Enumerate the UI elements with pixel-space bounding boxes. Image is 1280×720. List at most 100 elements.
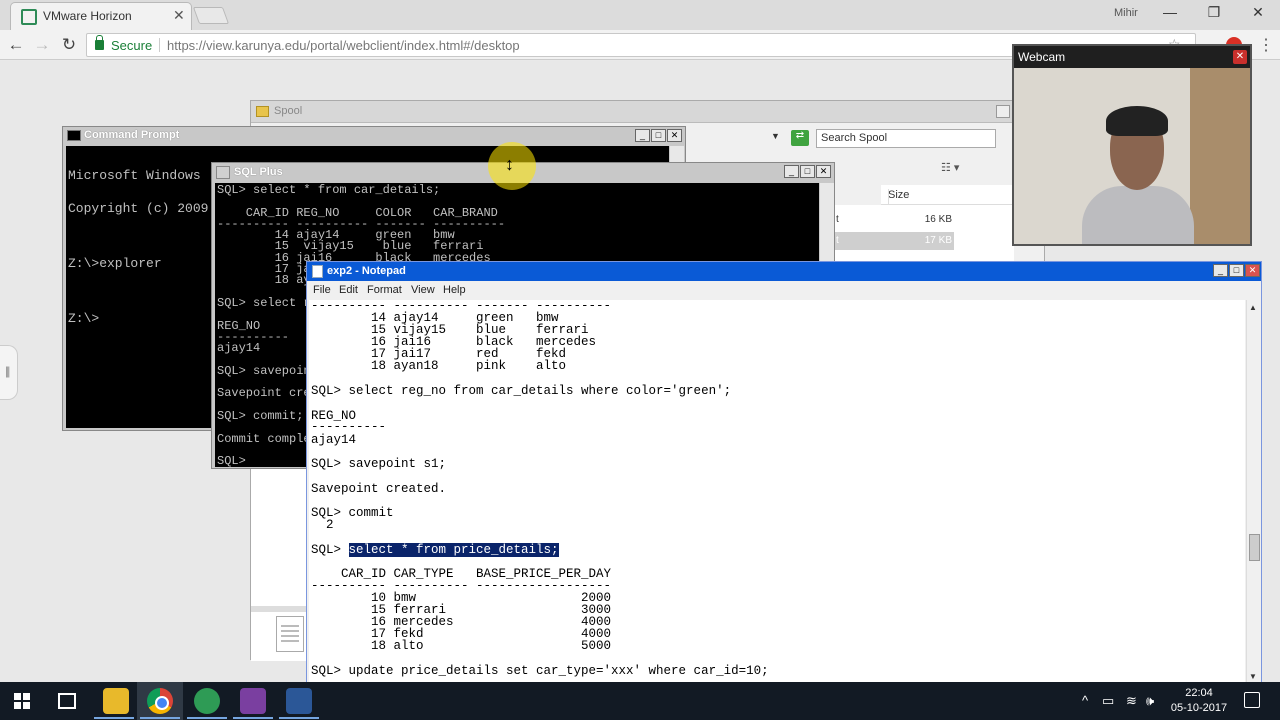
new-tab-button[interactable] <box>192 7 230 24</box>
sqlplus-close-button[interactable]: ✕ <box>816 165 831 178</box>
text-line: 18 alto 5000 <box>311 639 612 653</box>
show-hidden-icons-icon[interactable]: ^ <box>1082 693 1088 708</box>
volume-icon[interactable]: 🕪 <box>1146 693 1154 709</box>
file-name-fragment: t <box>836 235 839 246</box>
text-line-content: 18 alto 5000 <box>311 639 612 653</box>
cmd-app-icon <box>67 130 81 141</box>
menu-edit[interactable]: Edit <box>339 284 358 296</box>
minimize-icon[interactable]: — <box>1160 4 1180 20</box>
text-line: SQL> select reg_no from car_details wher… <box>311 385 731 398</box>
webcam-titlebar[interactable]: Webcam ✕ <box>1014 46 1250 68</box>
text-line: ---------- <box>311 420 387 434</box>
file-explorer-icon[interactable] <box>103 688 129 714</box>
history-dropdown-icon[interactable]: ▼ <box>771 131 780 141</box>
running-indicator <box>279 717 319 719</box>
menu-view[interactable]: View <box>411 284 435 296</box>
profile-name[interactable]: Mihir <box>1114 7 1138 19</box>
view-options-icon[interactable]: ☷ ▾ <box>941 161 959 174</box>
text-line-content: SQL> savepoint s1; <box>311 457 447 471</box>
vmware-favicon-icon <box>21 9 37 25</box>
text-line: ajay14 <box>311 433 357 447</box>
spool-titlebar[interactable]: Spool <box>251 101 1044 123</box>
notepad-vertical-scrollbar[interactable]: ▲ ▼ <box>1246 300 1261 683</box>
text-line: SQL> savepoint s1; <box>311 457 447 471</box>
menu-format[interactable]: Format <box>367 284 402 296</box>
sqlplus-maximize-button[interactable]: □ <box>800 165 815 178</box>
spool-navbar: ▼ ⇄ Search Spool <box>691 127 1041 151</box>
start-windows-icon[interactable] <box>14 693 30 709</box>
file-size: 17 KB <box>924 235 952 246</box>
running-indicator <box>187 717 227 719</box>
sqlplus-title: SQL Plus <box>234 166 283 178</box>
reload-icon[interactable]: ↻ <box>59 35 79 55</box>
cmd-titlebar[interactable]: Command Prompt _ □ ✕ <box>63 127 685 145</box>
notepad-minimize-button[interactable]: _ <box>1213 264 1228 277</box>
notepad-menubar: File Edit Format View Help <box>307 281 1261 299</box>
text-line-content: Savepoint created. <box>311 482 447 496</box>
details-pane-divider[interactable] <box>251 606 311 612</box>
menu-help[interactable]: Help <box>443 284 466 296</box>
scroll-down-icon[interactable]: ▼ <box>1249 672 1257 681</box>
text-line-content: 18 ayan18 pink alto <box>311 359 567 373</box>
task-view-icon[interactable] <box>58 693 76 709</box>
notepad-text-area[interactable]: ---------- ---------- ------- ----------… <box>309 300 1245 682</box>
grip-icon: ||| <box>5 364 11 378</box>
webcam-close-icon[interactable]: ✕ <box>1233 50 1247 64</box>
wifi-icon[interactable]: ≋ <box>1126 693 1137 709</box>
browser-menu-icon[interactable]: ⋮ <box>1258 35 1274 55</box>
cmd-close-button[interactable]: ✕ <box>667 129 682 142</box>
notepad-window: exp2 - Notepad _ □ ✕ File Edit Format Vi… <box>306 261 1262 684</box>
notepad-maximize-button[interactable]: □ <box>1229 264 1244 277</box>
clock-date: 05-10-2017 <box>1170 702 1228 714</box>
text-line-content: ---------- <box>311 420 387 434</box>
notepad-app-icon <box>312 265 323 278</box>
forward-icon[interactable]: → <box>32 35 52 55</box>
action-center-icon[interactable] <box>1244 692 1260 708</box>
text-line-content: ajay14 <box>311 433 357 447</box>
scroll-thumb[interactable] <box>1249 534 1260 561</box>
close-icon[interactable]: ✕ <box>1248 4 1268 21</box>
clock[interactable]: 22:04 05-10-2017 <box>1166 686 1232 716</box>
word-icon[interactable] <box>286 688 312 714</box>
folder-icon <box>256 106 269 117</box>
text-line-content: SQL> <box>311 543 349 557</box>
cmd-maximize-button[interactable]: □ <box>651 129 666 142</box>
browser-tab[interactable]: VMware Horizon ✕ <box>10 2 192 30</box>
webcam-title: Webcam <box>1018 50 1066 64</box>
selected-text[interactable]: select * from price_details; <box>348 543 559 557</box>
horizon-sidebar-handle[interactable]: ||| <box>0 345 18 400</box>
scroll-up-icon[interactable]: ▲ <box>1249 303 1257 312</box>
text-line: Savepoint created. <box>311 482 447 496</box>
browser-tabstrip: VMware Horizon ✕ Mihir — ❐ ✕ <box>0 0 1280 30</box>
battery-icon[interactable]: ▭ <box>1102 693 1114 709</box>
notepad-title: exp2 - Notepad <box>327 265 406 277</box>
spool-minimize-button[interactable] <box>996 105 1010 118</box>
horizon-client-icon[interactable] <box>194 688 220 714</box>
running-indicator <box>140 717 180 719</box>
resize-cursor-icon: ↕ <box>505 154 514 174</box>
spool-title: Spool <box>274 105 303 117</box>
sqlplus-minimize-button[interactable]: _ <box>784 165 799 178</box>
tab-close-icon[interactable]: ✕ <box>173 7 185 24</box>
text-line: SQL> update price_details set car_type='… <box>311 665 769 678</box>
chrome-icon[interactable] <box>147 688 173 714</box>
list-item-selected[interactable]: t 17 KB <box>834 232 954 250</box>
cmd-minimize-button[interactable]: _ <box>635 129 650 142</box>
refresh-icon[interactable]: ⇄ <box>791 130 809 146</box>
running-indicator <box>233 717 273 719</box>
menu-file[interactable]: File <box>313 284 331 296</box>
maximize-icon[interactable]: ❐ <box>1204 4 1224 21</box>
spool-search-input[interactable]: Search Spool <box>816 129 996 148</box>
back-icon[interactable]: ← <box>6 35 26 55</box>
notepad-close-button[interactable]: ✕ <box>1245 264 1260 277</box>
text-line: SQL> select * from price_details; <box>311 543 559 557</box>
recorder-app-icon[interactable] <box>240 688 266 714</box>
url-text[interactable]: https://view.karunya.edu/portal/webclien… <box>167 38 520 53</box>
clock-time: 22:04 <box>1185 687 1213 699</box>
url-separator <box>159 38 160 52</box>
lock-icon <box>95 35 104 50</box>
webcam-background-door <box>1190 68 1250 244</box>
list-item[interactable]: t 16 KB <box>834 211 954 229</box>
notepad-titlebar[interactable]: exp2 - Notepad _ □ ✕ <box>307 262 1261 281</box>
text-line: 18 ayan18 pink alto <box>311 359 567 373</box>
